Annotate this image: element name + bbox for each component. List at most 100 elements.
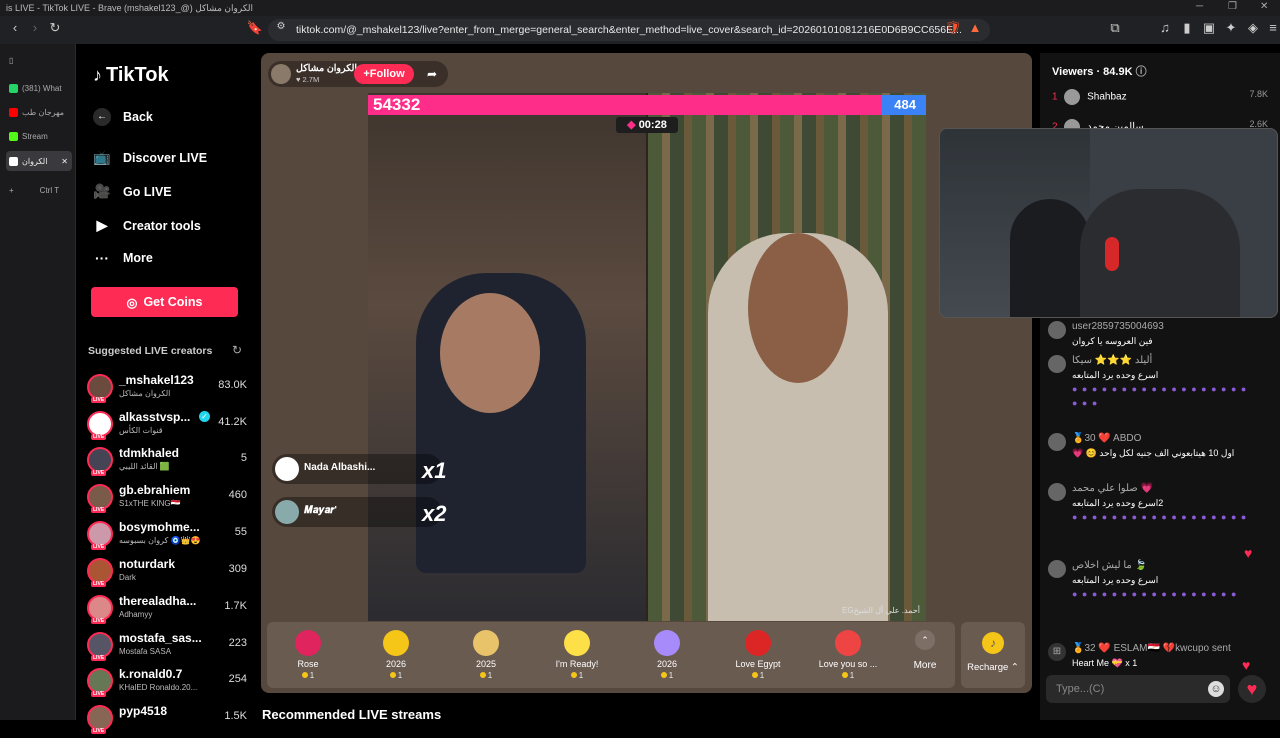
more-gifts-button[interactable]: ⌃ More	[897, 630, 953, 671]
creator-item[interactable]: LIVE mostafa_sas... Mostafa SASA 223	[87, 629, 247, 665]
gift-item[interactable]: 2026 1	[355, 622, 437, 688]
avatar	[1048, 433, 1066, 451]
avatar	[275, 500, 299, 524]
forward-arrow-icon[interactable]: ›	[26, 20, 44, 35]
gift-2026-icon	[383, 630, 409, 656]
nav-creator-tools[interactable]: ▶ Creator tools	[93, 217, 201, 234]
media-icon[interactable]: ♫	[1156, 20, 1174, 35]
avatar: LIVE	[87, 374, 113, 403]
heart-icon: ♥	[1242, 657, 1251, 673]
follow-button[interactable]: +Follow	[354, 64, 414, 84]
live-video[interactable]: 54332 484 ◆ 00:28 EGأحمد. علي أل الشيخ	[368, 93, 926, 621]
recharge-button[interactable]: ♪ Recharge ⌃	[961, 622, 1025, 688]
dots-icon: ···	[95, 250, 109, 266]
vpn-icon[interactable]: ◈	[1244, 20, 1262, 36]
brave-rewards-icon[interactable]: ▲	[966, 20, 984, 35]
chat-message: ما ليش اخلاص 🍃 اسرع وحده يرد المتابعه ● ● …	[1048, 560, 1276, 634]
gift-notification: Nada Albashi... x1	[272, 454, 446, 484]
coin-icon	[479, 672, 486, 678]
gift-notification: 𝑴𝒂𝒚𝒂𝒓' x2	[272, 497, 446, 527]
window-title: is LIVE - TikTok LIVE - Brave (mshakel12…	[0, 0, 1280, 16]
reload-icon[interactable]: ↻	[46, 20, 64, 36]
creator-item[interactable]: LIVE noturdark Dark 309	[87, 555, 247, 591]
info-icon[interactable]: ⓘ	[1136, 66, 1147, 78]
gift-item[interactable]: Love you so ... 1	[807, 622, 889, 688]
gift-item[interactable]: 2026 1	[626, 622, 708, 688]
emoji-icon[interactable]: ☺	[1208, 681, 1224, 697]
get-coins-button[interactable]: ◎ Get Coins	[91, 287, 238, 317]
leo-ai-icon[interactable]: ✦	[1222, 20, 1240, 36]
creator-item[interactable]: LIVE gb.ebrahiem S1xTHE KING🇪🇬 460	[87, 481, 247, 517]
left-stream	[368, 93, 646, 621]
close-window-icon[interactable]: ✕	[1260, 1, 1268, 12]
tab-sidebar-toggle-icon[interactable]: ▯	[6, 50, 24, 70]
gift-bar: Rose 1 2026 1 2025 1 I'm Ready! 1 2026 1 Love…	[267, 622, 955, 688]
avatar	[1048, 483, 1066, 501]
heart-icon	[835, 630, 861, 656]
creator-item[interactable]: LIVE alkasstvsp... ✓ قنوات الكأس 41.2K	[87, 408, 247, 444]
gift-item[interactable]: 2025 1	[445, 622, 527, 688]
coin-icon	[660, 672, 667, 678]
avatar: LIVE	[87, 558, 113, 587]
creator-item[interactable]: LIVE pyp4518 1.5K	[87, 702, 247, 738]
vertical-tab-strip: ▯ (381) What مهرجان طب Stream الكروان ✕ +…	[0, 44, 76, 720]
coin-icon: ♪	[982, 632, 1004, 654]
new-tab-button[interactable]: + Ctrl T	[6, 180, 72, 200]
maximize-icon[interactable]: ❐	[1228, 1, 1237, 12]
creator-item[interactable]: LIVE _mshakel123 الكروان مشاكل 83.0K	[87, 371, 247, 407]
chevron-up-icon: ⌃	[915, 630, 935, 650]
tiktok-tab-icon	[9, 156, 18, 166]
extensions-icon[interactable]: ⧉	[1106, 20, 1124, 36]
chat-input[interactable]: Type...(C) ☺	[1046, 675, 1230, 703]
sidebar-toggle-icon[interactable]: ▮	[1178, 20, 1196, 36]
back-arrow-icon[interactable]: ‹	[6, 20, 24, 35]
like-heart-button[interactable]: ♥	[1238, 675, 1266, 703]
egypt-heart-icon	[745, 630, 771, 656]
bookmark-icon[interactable]: 🔖	[246, 20, 264, 36]
avatar: LIVE	[87, 668, 113, 697]
address-bar[interactable]: tiktok.com/@_mshakel123/live?enter_from_…	[268, 19, 990, 41]
coin-icon: ◎	[126, 295, 138, 310]
menu-icon[interactable]: ≡	[1264, 20, 1280, 35]
purple-dots: ● ● ● ● ● ● ● ● ● ● ● ● ● ● ● ● ●	[1072, 589, 1238, 599]
camera-icon: 🎥	[93, 183, 111, 199]
arrow-left-icon: ←	[93, 108, 111, 126]
top-viewer[interactable]: 1 Shahbaz 7.8K	[1052, 89, 1268, 105]
tab-kick[interactable]: Stream	[6, 126, 72, 146]
heart-icon: ♥	[1244, 545, 1253, 561]
right-stream	[648, 93, 926, 621]
nav-back[interactable]: ← Back	[93, 108, 153, 126]
nav-discover-live[interactable]: 📺 Discover LIVE	[93, 149, 207, 166]
tab-tiktok[interactable]: الكروان ✕	[6, 151, 72, 171]
close-tab-icon[interactable]: ✕	[61, 157, 68, 166]
verified-icon: ✓	[199, 411, 210, 422]
battle-timer: ◆ 00:28	[616, 117, 678, 133]
site-settings-icon[interactable]: ⚙	[272, 21, 290, 32]
creator-item[interactable]: LIVE therealadha... Adhamyy 1.7K	[87, 592, 247, 628]
tab-whatsapp[interactable]: (381) What	[6, 78, 72, 98]
gift-item[interactable]: Love Egypt 1	[717, 622, 799, 688]
nav-more[interactable]: ··· More	[93, 250, 153, 266]
avatar: LIVE	[87, 632, 113, 661]
tab-youtube[interactable]: مهرجان طب	[6, 102, 72, 122]
creator-item[interactable]: LIVE bosymohme... كروان بسبوسه 🧿👑😍 55	[87, 518, 247, 554]
gift-item[interactable]: I'm Ready! 1	[536, 622, 618, 688]
kick-icon	[9, 131, 18, 141]
person-right	[1080, 189, 1240, 317]
nav-go-live[interactable]: 🎥 Go LIVE	[93, 183, 171, 200]
tiktok-logo[interactable]: ♪ TikTok	[93, 64, 169, 87]
share-icon[interactable]: ➦	[420, 62, 444, 86]
purple-dots: ● ● ● ● ● ● ● ● ● ● ● ● ● ● ● ● ● ● ● ● …	[1072, 384, 1248, 408]
brave-shields-icon[interactable]: 🛡	[944, 20, 962, 36]
battle-score-bar	[368, 95, 926, 115]
wallet-icon[interactable]: ▣	[1200, 20, 1218, 36]
creator-item[interactable]: LIVE tdmkhaled القائد الليبي 🟩 5	[87, 444, 247, 480]
gift-item[interactable]: Rose 1	[267, 622, 349, 688]
creator-item[interactable]: LIVE k.ronald0.7 KHalED Ronaldo.20... 254	[87, 665, 247, 701]
minimize-icon[interactable]: ─	[1196, 1, 1203, 12]
refresh-icon[interactable]: ↻	[232, 343, 242, 357]
avatar: LIVE	[87, 484, 113, 513]
rose-icon	[295, 630, 321, 656]
avatar[interactable]	[271, 64, 291, 84]
host-name[interactable]: الكروان مشاكل	[296, 63, 357, 74]
